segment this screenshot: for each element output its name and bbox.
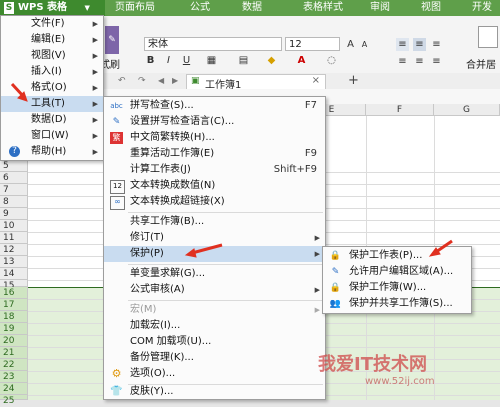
red-arrow-tools [10,82,28,102]
annotation-arrows [10,82,453,258]
red-arrow-protect [184,243,223,258]
red-arrow-protect-sheet [428,239,453,257]
watermark-url: www.52ij.com [365,376,435,387]
watermark-text: 我爱IT技术网 [318,354,427,375]
